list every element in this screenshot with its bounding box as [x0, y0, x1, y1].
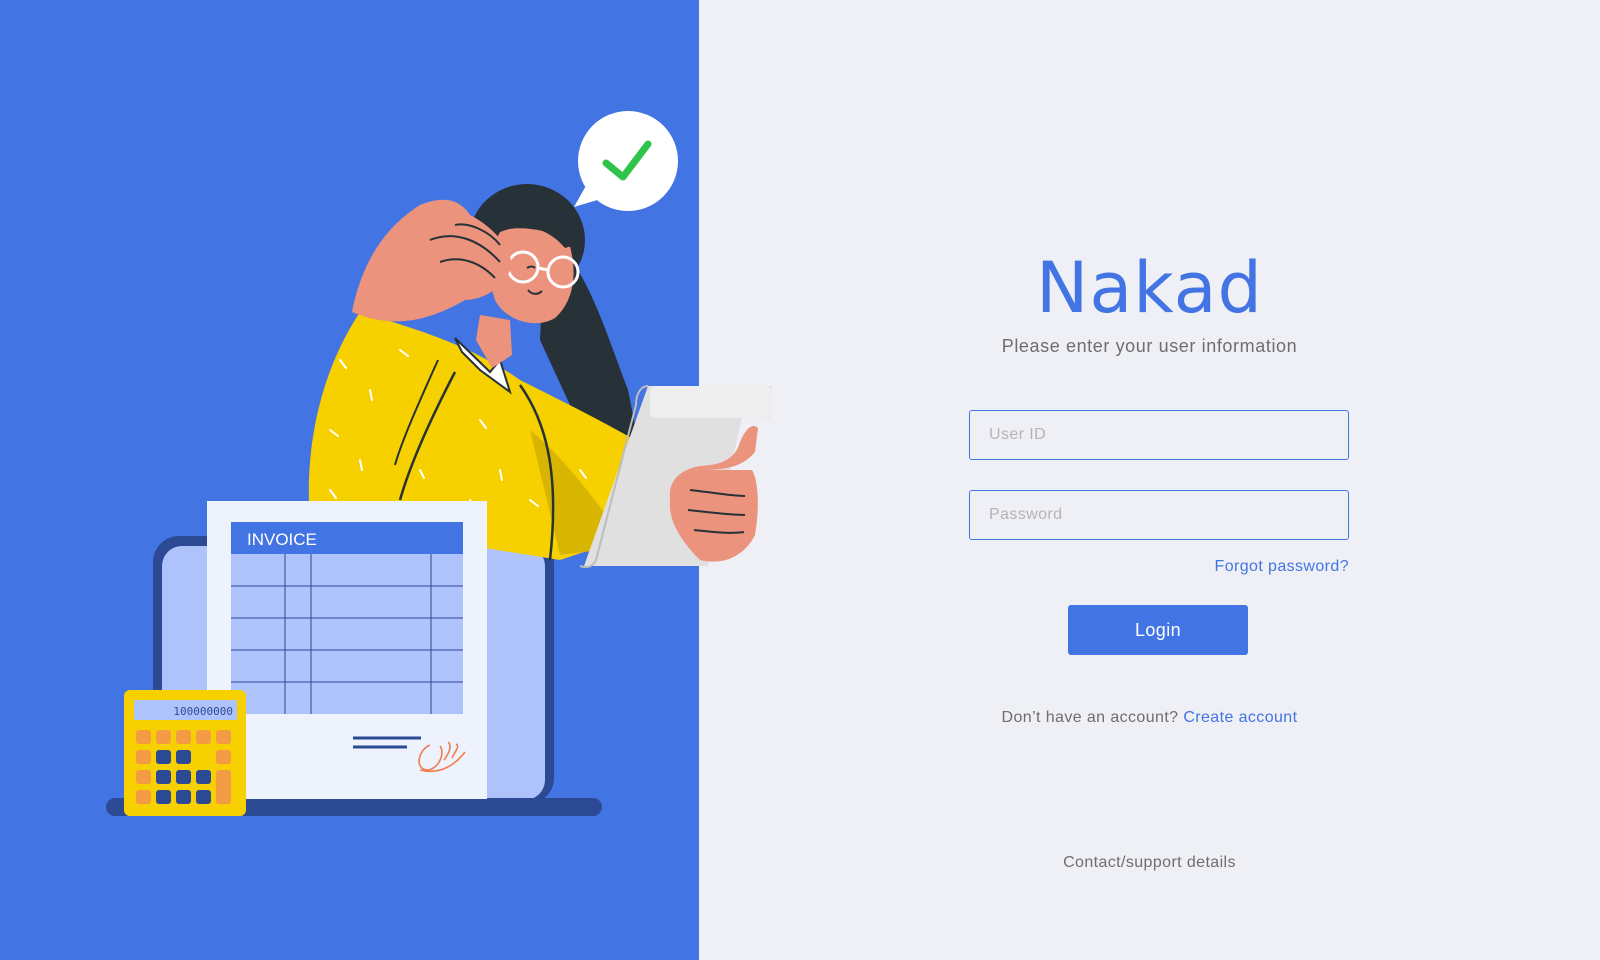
- create-account-link[interactable]: Create account: [1183, 709, 1297, 726]
- no-account-text: Don’t have an account?: [1001, 709, 1179, 726]
- login-subtitle: Please enter your user information: [1001, 336, 1298, 356]
- support-link[interactable]: Contact/support details: [699, 854, 1600, 872]
- forgot-password-link[interactable]: Forgot password?: [969, 558, 1349, 576]
- signup-prompt: Don’t have an account? Create account: [699, 709, 1600, 727]
- calculator-display: 100000000: [173, 705, 233, 718]
- invoice-title: INVOICE: [247, 530, 317, 549]
- login-button[interactable]: Login: [1068, 605, 1248, 655]
- calculator: 100000000: [124, 690, 246, 816]
- invoice: INVOICE: [207, 501, 487, 799]
- login-page: INVOICE 100000000 Nakad Please enter you…: [0, 0, 1600, 960]
- user-id-input[interactable]: [969, 410, 1349, 460]
- speech-bubble: [574, 111, 678, 211]
- hero-illustration: INVOICE 100000000: [106, 111, 772, 816]
- login-panel: Nakad Please enter your user information…: [699, 0, 1600, 960]
- brand-title: Nakad: [1036, 247, 1263, 329]
- password-input[interactable]: [969, 490, 1349, 540]
